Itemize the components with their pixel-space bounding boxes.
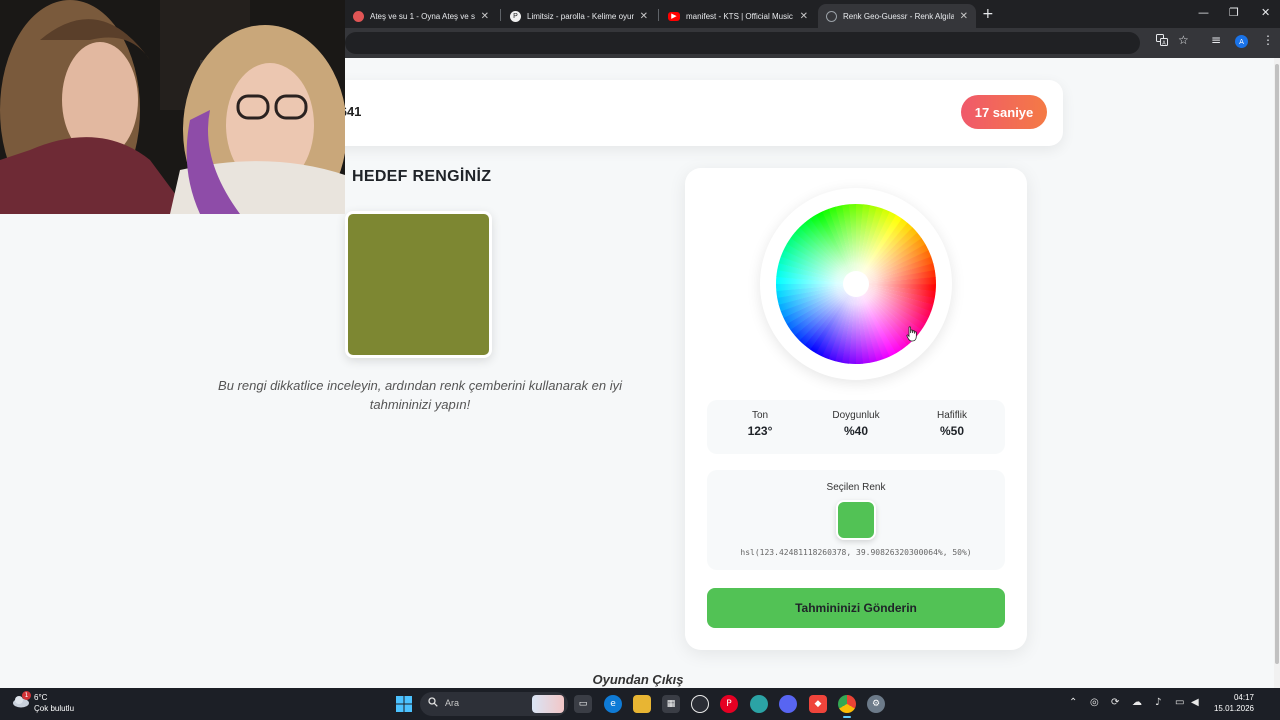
saturation-label: Doygunluk (832, 410, 880, 421)
color-picker-card: Ton 123° Doygunluk %40 Hafiflik %50 Seçi… (685, 168, 1027, 650)
close-icon[interactable]: ✕ (800, 11, 808, 22)
chrome-icon[interactable] (838, 695, 856, 718)
hue-label: Ton (751, 410, 769, 421)
hue-readout: Ton 123° (715, 410, 805, 438)
target-color-heading: HEDEF RENGİNİZ (352, 168, 492, 185)
settings-icon[interactable]: ⚙ (867, 695, 885, 713)
timer-badge: 17 saniye (961, 95, 1047, 129)
close-icon[interactable]: ✕ (481, 11, 489, 22)
profile-avatar[interactable]: A (1235, 35, 1248, 48)
tab-ates-ve-su[interactable]: Ateş ve su 1 - Oyna Ateş ve su ✕ (345, 4, 497, 28)
task-view-icon[interactable]: ▭ (574, 695, 592, 713)
translate-icon[interactable]: A (1156, 34, 1168, 49)
edge-dev-icon[interactable] (750, 695, 768, 713)
tab-title: manifest - KTS | Official Music Video (686, 11, 794, 21)
clock-date[interactable]: 15.01.2026 (1206, 704, 1254, 713)
whatsapp-icon[interactable] (691, 695, 709, 713)
file-explorer-icon[interactable] (633, 695, 651, 713)
exit-game-link[interactable]: Oyundan Çıkış (540, 672, 736, 687)
onedrive-icon[interactable]: ☁ (1132, 697, 1142, 708)
lightness-readout: Hafiflik %50 (907, 410, 997, 438)
game-header: Puan: 641 17 saniye (300, 80, 1063, 146)
tab-title: Ateş ve su 1 - Oyna Ateş ve su (370, 11, 475, 21)
hue-value: 123° (747, 424, 773, 438)
tab-separator (658, 9, 659, 21)
tab-manifest[interactable]: ▶ manifest - KTS | Official Music Video … (660, 4, 816, 28)
color-wheel-center (843, 271, 869, 297)
webcam-video-image (0, 0, 345, 214)
windows-taskbar: 1 6°C Çok bulutlu Ara ▭ e ▦ P ◆ ⚙ ⌃ ◎ ⟳ … (0, 688, 1280, 720)
weather-badge: 1 (22, 691, 31, 700)
tab-renk-geo-guessr[interactable]: Renk Geo-Guessr - Renk Algılama ✕ (818, 4, 976, 28)
tab-title: Limitsiz - parolla - Kelime oyunu (527, 11, 634, 21)
bookmark-star-icon[interactable]: ☆ (1178, 33, 1189, 47)
search-highlight-icon (532, 695, 564, 713)
webcam-overlay (0, 0, 345, 214)
windows-start-icon[interactable] (396, 696, 412, 712)
globe-favicon-icon (826, 10, 837, 22)
selected-color-panel: Seçilen Renk hsl(123.42481118260378, 39.… (707, 470, 1005, 570)
svg-text:A: A (1162, 41, 1166, 47)
restore-button[interactable]: ❐ (1229, 6, 1239, 19)
media-control-icon[interactable]: ≡ (1211, 33, 1221, 47)
instructions-text: Bu rengi dikkatlice inceleyin, ardından … (218, 378, 622, 412)
tab-title: Renk Geo-Guessr - Renk Algılama (843, 11, 954, 21)
hand-cursor-icon (906, 326, 917, 342)
tab-separator (500, 9, 501, 21)
address-bar[interactable] (345, 32, 1140, 54)
weather-temperature[interactable]: 6°C (34, 693, 47, 702)
close-window-button[interactable]: ✕ (1261, 6, 1270, 19)
submit-guess-button[interactable]: Tahmininizi Gönderin (707, 588, 1005, 628)
pinterest-icon[interactable]: P (720, 695, 738, 713)
volume-icon[interactable]: ◀ (1191, 697, 1199, 708)
selected-color-code: hsl(123.42481118260378, 39.9082632030006… (740, 548, 972, 557)
tray-app-icon[interactable]: ◎ (1090, 697, 1099, 708)
taskbar-search[interactable]: Ara (420, 692, 568, 716)
tray-overflow-icon[interactable]: ⌃ (1069, 697, 1077, 708)
parolla-favicon-icon: P (510, 10, 521, 22)
search-icon (428, 697, 438, 707)
search-placeholder: Ara (445, 698, 460, 708)
selected-color-swatch (836, 500, 876, 540)
lightness-value: %50 (939, 424, 965, 438)
lightness-label: Hafiflik (936, 410, 967, 421)
hsl-values-panel: Ton 123° Doygunluk %40 Hafiflik %50 (707, 400, 1005, 454)
microphone-icon[interactable]: ♪ (1155, 697, 1161, 708)
tray-sync-icon[interactable]: ⟳ (1111, 697, 1119, 708)
scrollbar-thumb[interactable] (1275, 64, 1279, 664)
weather-description[interactable]: Çok bulutlu (34, 704, 74, 713)
tab-parolla[interactable]: P Limitsiz - parolla - Kelime oyunu ✕ (502, 4, 656, 28)
clock-time[interactable]: 04:17 (1214, 693, 1254, 702)
color-wheel-frame (760, 188, 952, 380)
saturation-readout: Doygunluk %40 (811, 410, 901, 438)
selected-color-label: Seçilen Renk (826, 482, 886, 493)
edge-icon[interactable]: e (604, 695, 622, 713)
youtube-favicon-icon: ▶ (668, 11, 680, 21)
page-scrollbar[interactable] (1274, 58, 1280, 688)
target-color-swatch (345, 211, 492, 358)
store-icon[interactable]: ▦ (662, 695, 680, 713)
new-tab-button[interactable]: + (982, 6, 994, 22)
network-icon[interactable]: ▭ (1175, 697, 1184, 708)
saturation-value: %40 (843, 424, 869, 438)
menu-icon[interactable]: ⋮ (1262, 33, 1274, 47)
close-icon[interactable]: ✕ (640, 11, 648, 22)
close-icon[interactable]: ✕ (960, 11, 968, 22)
discord-icon[interactable] (779, 695, 797, 713)
game-favicon-icon (353, 10, 364, 22)
anydesk-icon[interactable]: ◆ (809, 695, 827, 713)
minimize-button[interactable]: — (1198, 6, 1209, 19)
